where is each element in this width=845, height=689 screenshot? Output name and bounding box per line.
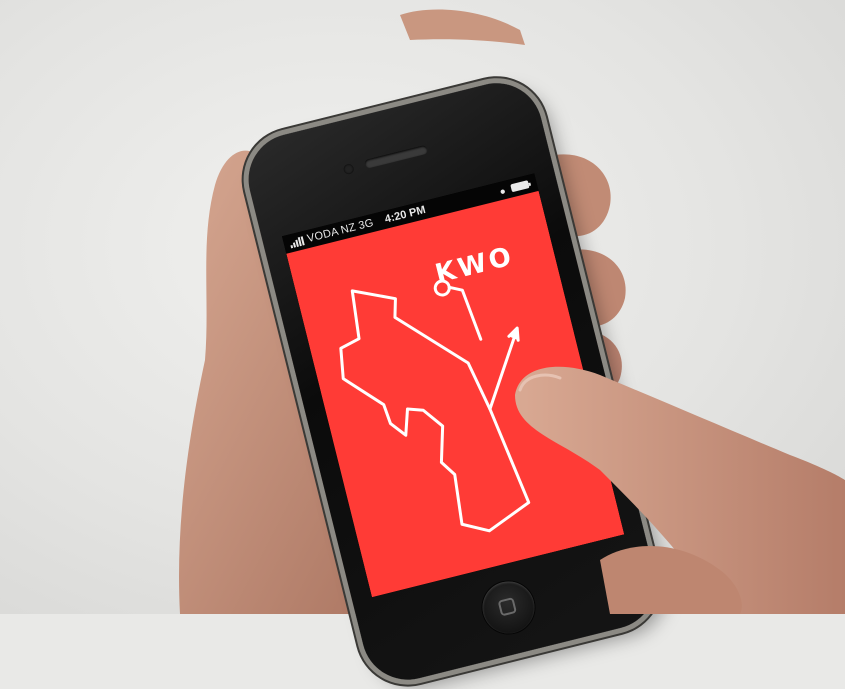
right-hand-finger	[515, 366, 845, 614]
